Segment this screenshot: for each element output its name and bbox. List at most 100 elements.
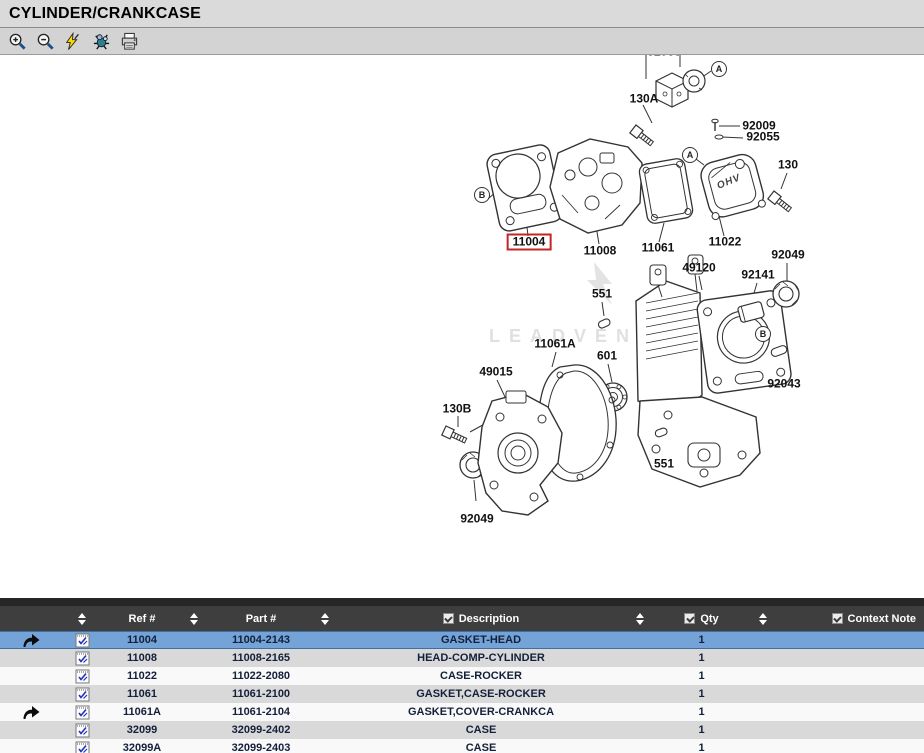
header-sort-cell: [182, 613, 206, 625]
column-header-qty[interactable]: Qty: [652, 613, 751, 625]
column-label: Part #: [246, 613, 277, 625]
detail-doc-icon[interactable]: [75, 687, 90, 702]
detail-cell[interactable]: [62, 687, 102, 702]
qty-cell: 1: [652, 688, 751, 700]
zoom-out-button[interactable]: [35, 31, 55, 51]
detail-doc-icon[interactable]: [75, 741, 90, 753]
part-label-49015[interactable]: 49015: [479, 366, 512, 379]
pin-551-upper: [597, 318, 611, 329]
zoom-in-button[interactable]: [7, 31, 27, 51]
detail-cell[interactable]: [62, 705, 102, 720]
table-row-11008[interactable]: 1100811008-2165HEAD-COMP-CYLINDER1: [0, 649, 924, 667]
toolbar: [0, 28, 924, 55]
description-cell: GASKET-HEAD: [334, 634, 628, 646]
table-row-11022[interactable]: 1102211022-2080CASE-ROCKER1: [0, 667, 924, 685]
part-label-11061a[interactable]: 11061A: [534, 338, 575, 351]
sort-toggle-icon[interactable]: [190, 613, 198, 625]
part-label-11022[interactable]: 11022: [709, 236, 742, 249]
header-sort-cell: [751, 613, 775, 625]
parts-diagram: LEADVENTURE: [0, 55, 924, 596]
ref-cell: 11008: [102, 652, 182, 664]
part-cell: 32099-2403: [206, 742, 316, 753]
part-cell: 11004-2143: [206, 634, 316, 646]
part-label-601[interactable]: 601: [597, 350, 617, 363]
qty-cell: 1: [652, 706, 751, 718]
callout-a-0[interactable]: A: [711, 61, 727, 77]
qty-cell: 1: [652, 724, 751, 736]
column-label: Description: [459, 613, 520, 625]
lightning-button[interactable]: [63, 31, 83, 51]
detail-doc-icon[interactable]: [75, 651, 90, 666]
column-header-context-note[interactable]: Context Note: [775, 613, 924, 625]
column-header-part-[interactable]: Part #: [206, 613, 316, 625]
zoom-in-icon: [8, 32, 27, 51]
column-label: Context Note: [848, 613, 916, 625]
rocker-gasket-11061: [638, 157, 694, 224]
part-label-130b[interactable]: 130B: [443, 403, 472, 416]
context-arrow-cell[interactable]: [0, 633, 62, 648]
column-label: Ref #: [129, 613, 156, 625]
column-header-ref-[interactable]: Ref #: [102, 613, 182, 625]
detail-cell[interactable]: [62, 633, 102, 648]
part-label-92049[interactable]: 92049: [771, 249, 804, 262]
part-label-92055[interactable]: 92055: [746, 131, 779, 144]
detail-doc-icon[interactable]: [75, 633, 90, 648]
qty-cell: 1: [652, 634, 751, 646]
part-label-92049[interactable]: 92049: [460, 513, 493, 526]
callout-b-2[interactable]: B: [474, 187, 490, 203]
column-checkbox[interactable]: [684, 613, 695, 624]
qty-cell: 1: [652, 742, 751, 753]
callout-a-1[interactable]: A: [682, 147, 698, 163]
table-row-11004[interactable]: 1100411004-2143GASKET-HEAD1: [0, 631, 924, 649]
detail-doc-icon[interactable]: [75, 705, 90, 720]
parts-table: Ref #Part #DescriptionQtyContext Note 11…: [0, 598, 924, 753]
part-label-130a[interactable]: 130A: [630, 93, 659, 106]
ref-cell: 11061: [102, 688, 182, 700]
part-label-49120[interactable]: 49120: [682, 262, 715, 275]
print-button[interactable]: [119, 31, 139, 51]
bolt-130b: [442, 426, 468, 445]
detail-doc-icon[interactable]: [75, 669, 90, 684]
column-header-description[interactable]: Description: [334, 613, 628, 625]
sort-toggle-icon[interactable]: [321, 613, 329, 625]
description-cell: CASE-ROCKER: [334, 670, 628, 682]
hotspots-button[interactable]: [91, 31, 111, 51]
sort-toggle-icon[interactable]: [636, 613, 644, 625]
callout-b-3[interactable]: B: [755, 326, 771, 342]
context-arrow-cell[interactable]: [0, 705, 62, 720]
detail-cell[interactable]: [62, 723, 102, 738]
detail-cell[interactable]: [62, 741, 102, 753]
detail-cell[interactable]: [62, 669, 102, 684]
table-row-11061a[interactable]: 11061A11061-2104GASKET,COVER-CRANKCA1: [0, 703, 924, 721]
detail-cell[interactable]: [62, 651, 102, 666]
description-cell: CASE: [334, 724, 628, 736]
part-label-92066[interactable]: 92066: [647, 55, 680, 59]
part-label-11061[interactable]: 11061: [642, 242, 675, 255]
part-label-551[interactable]: 551: [592, 288, 612, 301]
zoom-out-icon: [36, 32, 55, 51]
detail-doc-icon[interactable]: [75, 723, 90, 738]
title-bar: CYLINDER/CRANKCASE: [0, 0, 924, 28]
ref-cell: 32099A: [102, 742, 182, 753]
part-cell: 32099-2402: [206, 724, 316, 736]
part-label-92043[interactable]: 92043: [767, 378, 800, 391]
column-label: Qty: [700, 613, 718, 625]
sort-toggle-icon[interactable]: [78, 613, 86, 625]
part-label-11008[interactable]: 11008: [584, 245, 617, 258]
part-label-551[interactable]: 551: [654, 458, 674, 471]
context-arrow-icon[interactable]: [21, 633, 41, 648]
part-label-92141[interactable]: 92141: [741, 269, 774, 282]
table-row-32099[interactable]: 32099 32099-2402 CASE 1: [0, 721, 924, 739]
column-checkbox[interactable]: [443, 613, 454, 624]
column-checkbox[interactable]: [832, 613, 843, 624]
part-label-11004-selected[interactable]: 11004: [507, 234, 552, 251]
table-row-32099a[interactable]: 32099A32099-2403CASE1: [0, 739, 924, 753]
context-arrow-icon[interactable]: [21, 705, 41, 720]
table-row-11061[interactable]: 1106111061-2100GASKET,CASE-ROCKER1: [0, 685, 924, 703]
ref-cell: 32099: [102, 724, 182, 736]
qty-cell: 1: [652, 652, 751, 664]
sort-toggle-icon[interactable]: [759, 613, 767, 625]
crankcase-49120: [636, 255, 792, 487]
part-label-130[interactable]: 130: [778, 159, 798, 172]
part-cell: 11022-2080: [206, 670, 316, 682]
